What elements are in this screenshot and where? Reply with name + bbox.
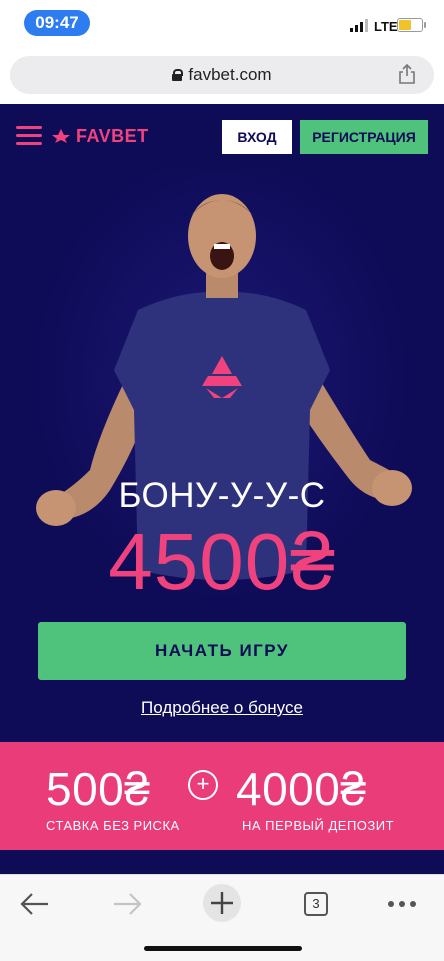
register-button[interactable]: РЕГИСТРАЦИЯ bbox=[300, 120, 428, 154]
more-options-icon[interactable] bbox=[382, 887, 422, 921]
url-display[interactable]: favbet.com bbox=[10, 65, 434, 85]
plus-icon: + bbox=[188, 770, 218, 800]
status-time: 09:47 bbox=[24, 10, 90, 36]
network-label: LTE bbox=[374, 19, 398, 34]
signal-icon bbox=[350, 18, 372, 32]
lock-icon bbox=[172, 69, 184, 81]
deposit-bonus-amount: 4000₴ bbox=[236, 763, 367, 815]
tabs-button[interactable]: 3 bbox=[296, 887, 336, 921]
battery-level bbox=[399, 20, 411, 30]
address-bar[interactable]: favbet.com bbox=[10, 56, 434, 94]
menu-icon[interactable] bbox=[16, 126, 42, 146]
start-game-button[interactable]: НАЧАТЬ ИГРУ bbox=[38, 622, 406, 680]
battery-icon bbox=[397, 18, 426, 32]
url-text: favbet.com bbox=[188, 65, 272, 84]
favbet-logo[interactable]: FAVBET bbox=[52, 126, 149, 146]
favbet-page: FAVBET ВХОД РЕГИСТРАЦИЯ БОНУ-У-У-С 4500₴… bbox=[0, 104, 444, 874]
bonus-details-link[interactable]: Подробнее о бонусе bbox=[0, 698, 444, 718]
risk-free-caption: СТАВКА БЕЗ РИСКА bbox=[46, 818, 180, 833]
share-icon[interactable] bbox=[398, 64, 416, 84]
promo-banner: 500₴ СТАВКА БЕЗ РИСКА + 4000₴ НА ПЕРВЫЙ … bbox=[0, 742, 444, 850]
favbet-star-icon bbox=[52, 129, 70, 143]
home-indicator[interactable] bbox=[144, 946, 302, 951]
login-button[interactable]: ВХОД bbox=[222, 120, 292, 154]
tabs-icon: 3 bbox=[304, 892, 328, 916]
forward-arrow-icon[interactable] bbox=[108, 887, 148, 921]
risk-free-amount: 500₴ bbox=[46, 763, 151, 815]
site-header: FAVBET ВХОД РЕГИСТРАЦИЯ bbox=[0, 104, 444, 170]
brand-name: FAVBET bbox=[76, 125, 149, 146]
bonus-heading: БОНУ-У-У-С bbox=[118, 476, 326, 515]
deposit-bonus-caption: НА ПЕРВЫЙ ДЕПОЗИТ bbox=[242, 818, 395, 833]
status-bar: 09:47 LTE bbox=[0, 0, 444, 44]
new-tab-icon[interactable] bbox=[202, 883, 242, 923]
back-arrow-icon[interactable] bbox=[14, 887, 54, 921]
bonus-amount: 4500₴ bbox=[108, 517, 336, 606]
